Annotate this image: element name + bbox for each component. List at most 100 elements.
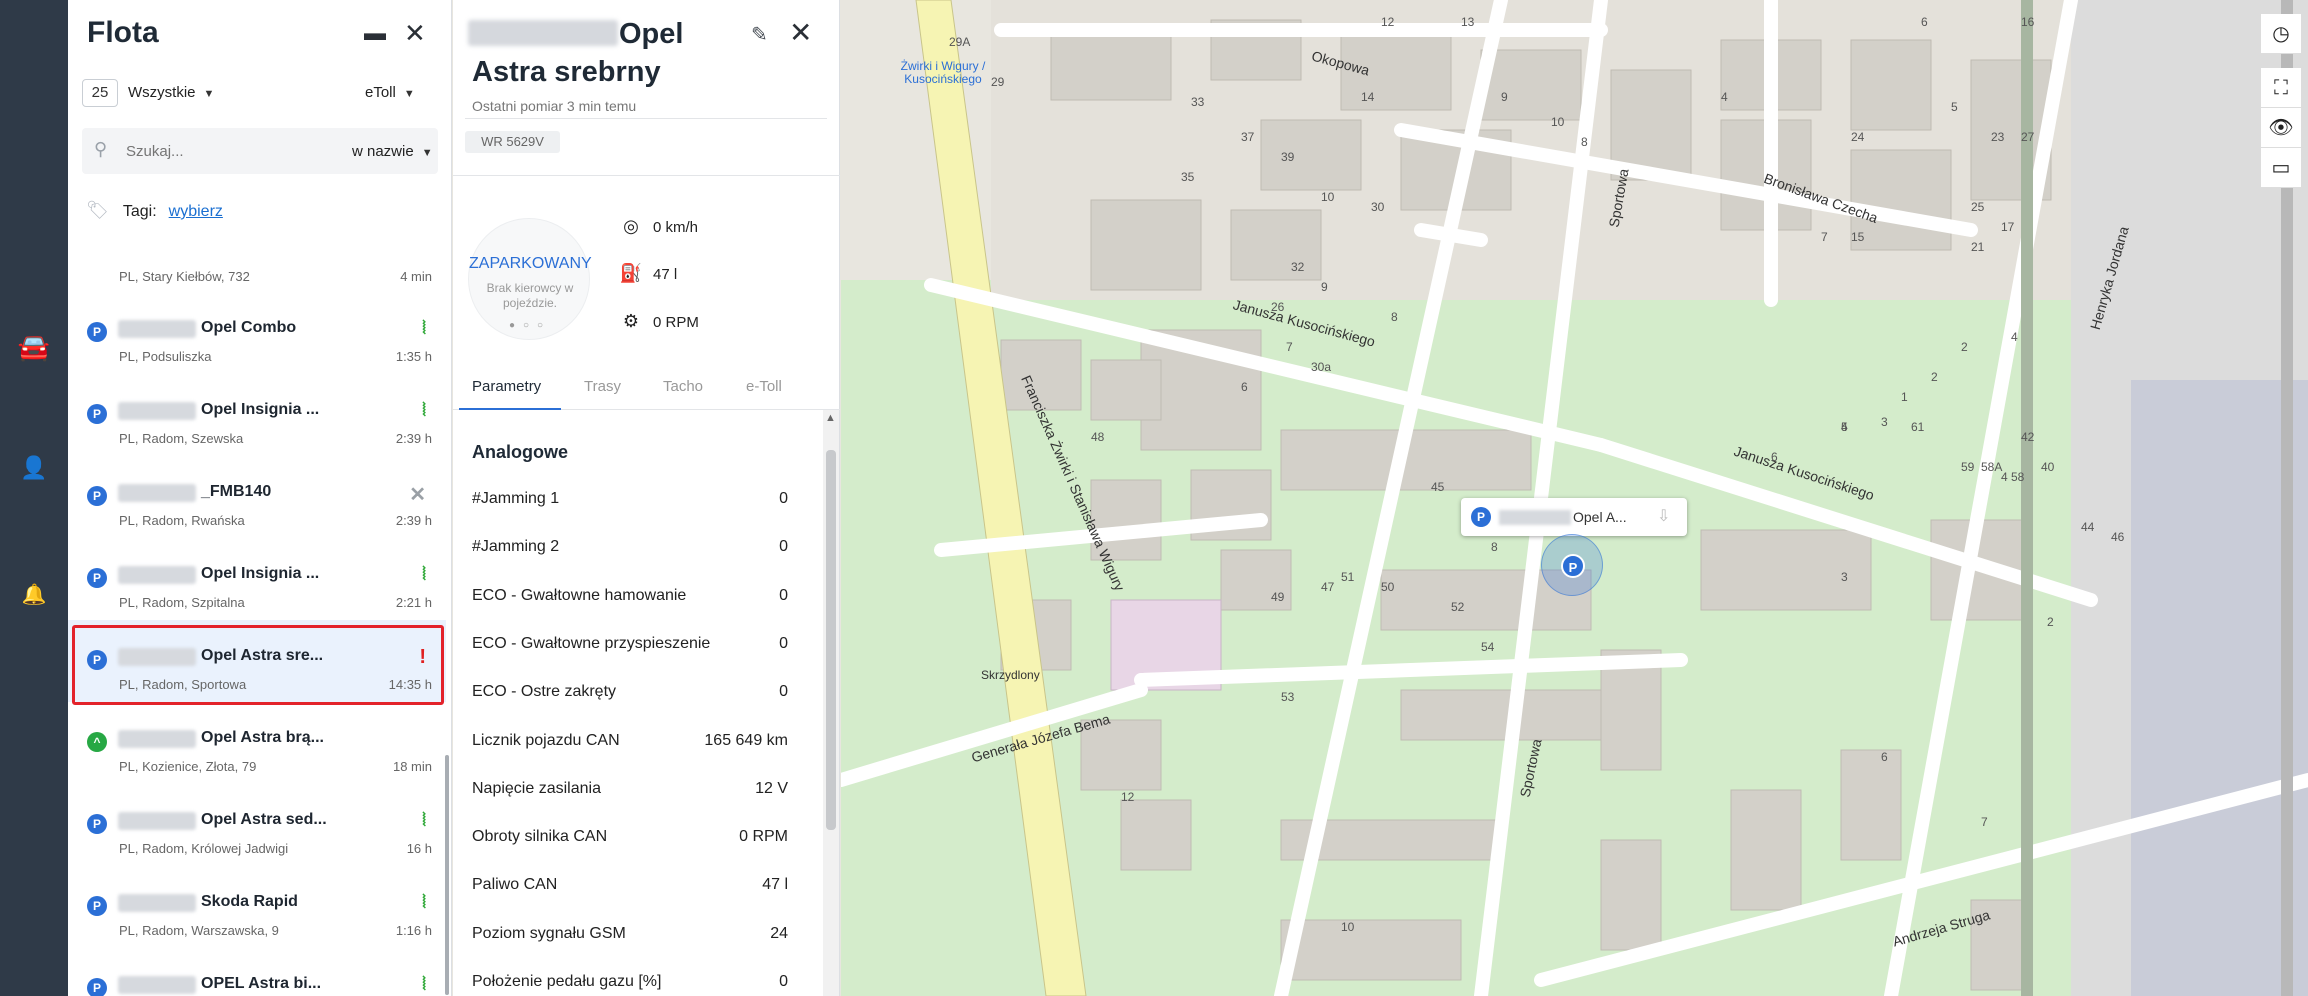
param-value: 0: [779, 634, 788, 652]
vehicle-row[interactable]: P _FMB140 PL, Radom, Rwańska 2:39 h ✕: [68, 456, 446, 538]
vehicle-row[interactable]: PL, Stary Kiełbów, 732 4 min: [68, 240, 446, 294]
gear-icon: ⚙: [622, 311, 640, 331]
vehicle-row[interactable]: P Opel Insignia ... PL, Radom, Szpitalna 2:…: [68, 538, 446, 620]
house-number: 27: [2021, 130, 2035, 144]
param-label: Paliwo CAN: [472, 876, 558, 894]
house-number: 9: [1501, 90, 1508, 104]
param-row: Licznik pojazdu CAN 165 649 km: [472, 732, 788, 750]
panel-title: Flota: [87, 16, 159, 49]
tab-parametry[interactable]: Parametry: [472, 378, 541, 395]
bus-stop-label[interactable]: Żwirki i Wigury / Kusocińskiego: [893, 60, 993, 86]
vehicle-address: PL, Radom, Warszawska, 9: [119, 923, 279, 938]
tab-trasy[interactable]: Trasy: [584, 378, 621, 395]
house-number: 33: [1191, 95, 1205, 109]
vehicle-row[interactable]: P Skoda Rapid PL, Radom, Warszawska, 9 1:16…: [68, 866, 446, 948]
tags-select-link[interactable]: wybierz: [169, 203, 223, 220]
param-row: ECO - Gwałtowne hamowanie 0: [472, 587, 788, 605]
minimize-icon[interactable]: ▬: [364, 20, 386, 46]
no-signal-icon: ✕: [409, 484, 426, 506]
house-number: 10: [1551, 115, 1565, 129]
driver-icon[interactable]: 👤: [0, 455, 68, 481]
house-number: 50: [1381, 580, 1395, 594]
scrollbar-thumb[interactable]: [445, 755, 449, 995]
house-number: 4: [2001, 470, 2008, 484]
speed-value: 0 km/h: [653, 219, 699, 236]
fuel-pump-icon: ⛽: [619, 263, 643, 283]
tab-tacho[interactable]: Tacho: [663, 378, 703, 395]
vehicle-name: Opel Astra sre...: [201, 647, 324, 664]
param-value: 0: [779, 973, 788, 990]
vehicle-list: PL, Stary Kiełbów, 732 4 min P Opel Combo PL…: [68, 240, 446, 996]
filter-dropdown[interactable]: Wszystkie ▼: [128, 84, 214, 101]
house-number: 12: [1381, 15, 1395, 29]
carousel-dots[interactable]: ●○○: [469, 320, 591, 331]
vehicle-row[interactable]: P Opel Astra sed... PL, Radom, Królowej Ja…: [68, 784, 446, 866]
detail-tabs: Parametry Trasy Tacho e-Toll: [453, 368, 840, 410]
search-mode-dropdown[interactable]: w nazwie ▼: [352, 143, 433, 160]
house-number: 6: [1771, 450, 1778, 464]
vehicle-row[interactable]: ^ Opel Astra brą... PL, Kozienice, Złota, …: [68, 702, 446, 784]
map[interactable]: Okopowa Bronisława Czecha Janusza Kusoci…: [841, 0, 2308, 996]
scrollbar-thumb[interactable]: [826, 450, 836, 830]
last-measure-text: Ostatni pomiar 3 min temu: [472, 98, 637, 114]
vehicle-address: PL, Radom, Szewska: [119, 431, 244, 446]
param-label: Licznik pojazdu CAN: [472, 731, 620, 749]
vehicle-popup[interactable]: P Opel A... ⇩: [1461, 498, 1687, 536]
plate-blurred: [118, 402, 196, 420]
vehicle-row[interactable]: P Opel Combo PL, Podsuliszka 1:35 h ⦚: [68, 292, 446, 374]
download-icon[interactable]: ⇩: [1657, 506, 1670, 526]
vehicle-title: Opel: [619, 18, 684, 50]
chevron-up-icon[interactable]: ▲: [825, 412, 836, 424]
house-number: 40: [2041, 460, 2055, 474]
house-number: 10: [1321, 190, 1335, 204]
fullscreen-icon[interactable]: ⛶: [2261, 68, 2301, 108]
vehicle-name: Opel Insignia ...: [201, 565, 320, 582]
param-label: ECO - Gwałtowne hamowanie: [472, 586, 687, 604]
search-mode-label: w nazwie: [352, 143, 414, 160]
vehicle-marker[interactable]: P: [1541, 534, 1603, 596]
param-value: 0: [779, 683, 788, 701]
plate-blurred: [1499, 510, 1571, 525]
house-number: 29A: [949, 35, 971, 49]
vehicle-row[interactable]: P Opel Insignia ... PL, Radom, Szewska 2:39…: [68, 374, 446, 456]
house-number: 48: [1091, 430, 1105, 444]
house-number: 49: [1271, 590, 1285, 604]
signal-icon: ⦚: [422, 810, 426, 830]
tag-icon: 🏷: [86, 200, 109, 220]
speed-metric: ◎ 0 km/h: [619, 216, 698, 237]
house-number: 15: [1851, 230, 1865, 244]
vehicle-row[interactable]: P OPEL Astra bi... ⦚: [68, 948, 446, 996]
house-number: 7: [1821, 230, 1828, 244]
close-icon[interactable]: ✕: [404, 18, 426, 49]
vehicle-time: 2:39 h: [395, 513, 432, 528]
parking-badge: P: [87, 814, 107, 834]
vehicle-name: Opel Astra sed...: [201, 811, 327, 828]
signal-icon: ⦚: [422, 318, 426, 338]
eye-icon[interactable]: 👁: [2261, 108, 2301, 148]
layers-icon[interactable]: ▭: [2261, 148, 2301, 188]
house-number: 21: [1971, 240, 1985, 254]
house-number: 45: [1431, 480, 1445, 494]
poi-label[interactable]: Skrzydlony: [981, 668, 1040, 682]
vehicle-row[interactable]: P Opel Astra sre... PL, Radom, Sportowa 14:…: [68, 620, 446, 702]
house-number: 14: [1361, 90, 1375, 104]
etoll-dropdown[interactable]: eToll ▼: [365, 84, 415, 101]
edit-pencil-icon[interactable]: ✎: [751, 22, 768, 47]
house-number: 5: [1951, 100, 1958, 114]
chevron-down-icon: ▼: [421, 147, 433, 159]
tab-etoll[interactable]: e-Toll: [746, 378, 782, 395]
house-number: 26: [1271, 300, 1285, 314]
search-input[interactable]: [126, 138, 306, 164]
fleet-car-icon[interactable]: 🚘: [0, 332, 68, 363]
tab-underline: [459, 408, 561, 410]
bell-icon[interactable]: 🔔: [0, 582, 68, 607]
scrollbar[interactable]: ▲: [823, 410, 839, 996]
param-value: 165 649 km: [704, 731, 788, 749]
close-icon[interactable]: ✕: [789, 16, 812, 49]
speedometer-icon[interactable]: ◷: [2261, 14, 2301, 54]
fuel-value: 47 l: [653, 266, 678, 283]
param-value: 0: [779, 490, 788, 507]
house-number: 54: [1481, 640, 1495, 654]
house-number: 29: [991, 75, 1005, 89]
count-box[interactable]: 25: [82, 79, 118, 107]
